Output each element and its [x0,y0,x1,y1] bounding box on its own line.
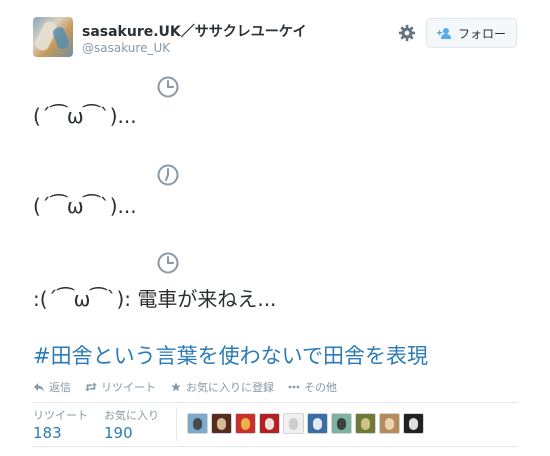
favorite-button[interactable]: お気に入りに登録 [170,379,274,395]
favoriter-avatar[interactable] [211,413,232,434]
follow-label: フォロー [457,26,506,41]
favorite-count-stat[interactable]: お気に入り 190 [104,407,159,442]
reply-label: 返信 [49,381,71,394]
username[interactable]: @sasakure_UK [82,41,170,55]
more-dots-icon [288,385,300,389]
retweet-count-value: 183 [33,424,62,442]
favorite-label: お気に入りに登録 [186,381,274,394]
retweet-button[interactable]: リツイート [85,379,156,395]
add-user-icon [436,28,451,39]
retweet-count-label: リツイート [33,409,88,422]
retweet-count-stat[interactable]: リツイート 183 [33,407,88,442]
favoriter-avatar[interactable] [379,413,400,434]
clock-icon [157,252,179,274]
more-button[interactable]: その他 [288,379,337,395]
favoriter-avatar[interactable] [355,413,376,434]
reply-button[interactable]: 返信 [33,379,71,395]
divider [33,446,518,447]
follow-button[interactable]: フォロー [426,18,517,48]
stats-divider [176,407,177,441]
hashtag-link[interactable]: #田舎という言葉を使わないで田舎を表現 [33,340,428,370]
tweet-actions: 返信 リツイート お気に入りに登録 その他 [33,379,351,395]
gear-icon[interactable] [398,24,416,42]
favoriter-avatar[interactable] [283,413,304,434]
favorite-count-value: 190 [104,424,133,442]
user-avatar[interactable] [33,17,73,57]
tweet-line-3: :(´⁀ω⁀`): 電車が来ねえ... [33,287,277,311]
favoriter-avatar[interactable] [187,413,208,434]
clock-icon [157,76,179,98]
retweet-label: リツイート [101,381,156,394]
favoriter-avatar[interactable] [259,413,280,434]
favoriter-avatar[interactable] [403,413,424,434]
favoriter-avatars [187,413,424,434]
divider [33,402,518,403]
favoriter-avatar[interactable] [331,413,352,434]
favorite-count-label: お気に入り [104,409,159,422]
star-icon [171,382,181,392]
reply-icon [34,383,44,392]
tweet-line-2: (´⁀ω⁀`)... [33,194,137,218]
more-label: その他 [304,381,337,394]
tweet-line-1: (´⁀ω⁀`)... [33,104,137,128]
display-name[interactable]: sasakure.UK／ササクレユーケイ [82,21,307,41]
retweet-icon [85,382,97,392]
clock-icon [157,164,179,186]
favoriter-avatar[interactable] [307,413,328,434]
favoriter-avatar[interactable] [235,413,256,434]
